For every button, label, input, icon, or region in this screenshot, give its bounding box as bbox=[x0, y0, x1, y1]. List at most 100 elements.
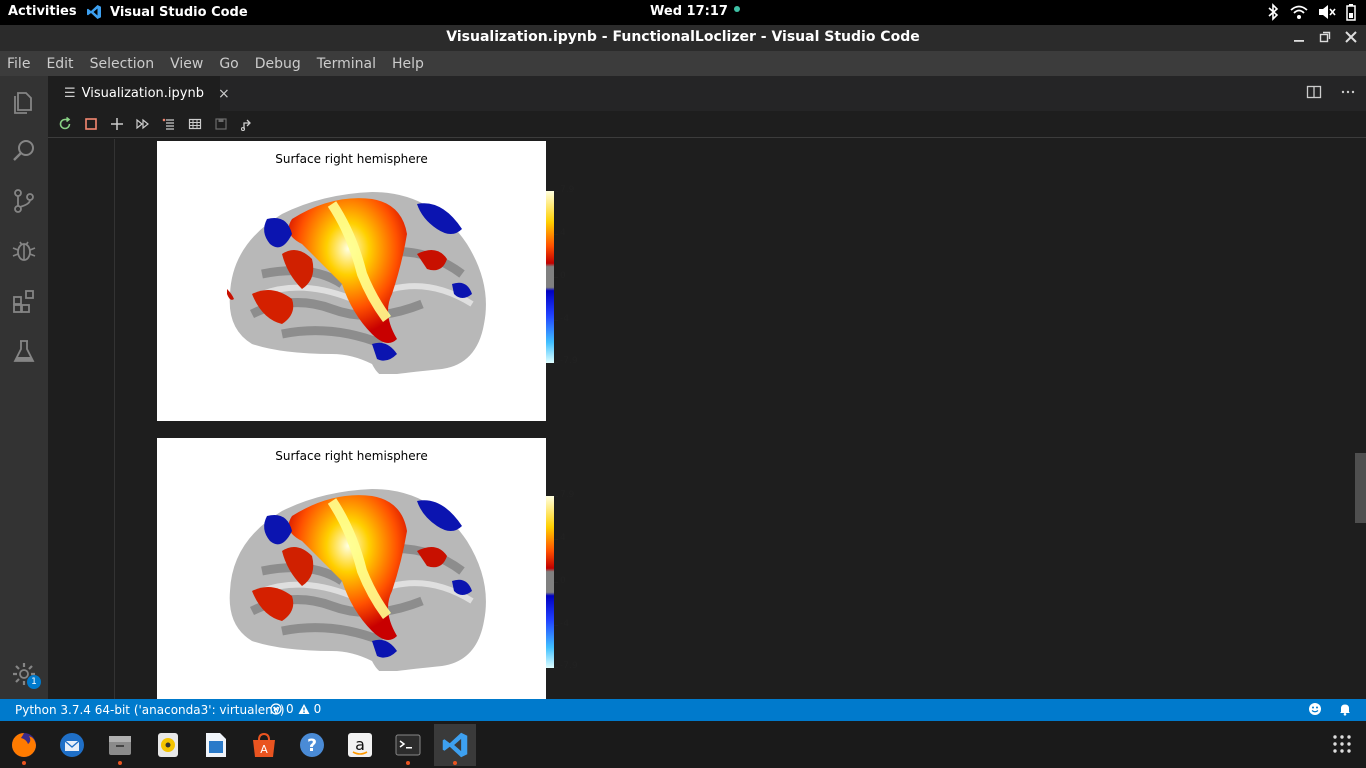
dock-thunderbird[interactable] bbox=[51, 724, 93, 766]
software-center-icon: A bbox=[253, 732, 275, 757]
dock-amazon[interactable]: a bbox=[339, 724, 381, 766]
tab-visualization-ipynb[interactable]: ☰ Visualization.ipynb × bbox=[48, 76, 230, 111]
plot-title: Surface right hemisphere bbox=[275, 449, 428, 463]
restart-kernel-icon[interactable] bbox=[58, 117, 72, 131]
brain-surface-image bbox=[227, 192, 486, 374]
save-icon[interactable] bbox=[214, 117, 228, 131]
dock-firefox[interactable] bbox=[3, 724, 45, 766]
notification-dot bbox=[733, 5, 740, 12]
amazon-icon: a bbox=[348, 733, 372, 757]
search-icon[interactable] bbox=[11, 138, 37, 164]
notebook-toolbar bbox=[48, 111, 1366, 138]
status-bar-right bbox=[1308, 702, 1352, 716]
debug-icon[interactable] bbox=[11, 238, 37, 264]
dock-files[interactable] bbox=[99, 724, 141, 766]
show-applications-icon[interactable] bbox=[1332, 734, 1352, 754]
dock-libreoffice-writer[interactable] bbox=[195, 724, 237, 766]
more-actions-icon[interactable] bbox=[1340, 84, 1356, 100]
menu-debug[interactable]: Debug bbox=[247, 56, 309, 72]
problems-indicator[interactable]: 0 0 bbox=[270, 702, 321, 716]
svg-text:a: a bbox=[355, 735, 365, 754]
menu-selection[interactable]: Selection bbox=[82, 56, 163, 72]
system-top-bar: Activities Visual Studio Code Wed 17:17 bbox=[0, 0, 1366, 25]
battery-icon[interactable] bbox=[1346, 3, 1356, 21]
add-cell-icon[interactable] bbox=[110, 117, 124, 131]
files-icon bbox=[109, 736, 131, 755]
vscode-icon bbox=[442, 732, 468, 758]
warning-icon bbox=[298, 704, 310, 714]
colorbar-tick: 0 bbox=[560, 271, 566, 281]
vscode-icon bbox=[87, 5, 101, 19]
activity-bar: 1 bbox=[0, 76, 48, 699]
colorbar-gradient bbox=[546, 496, 554, 668]
dock: A ? a bbox=[0, 721, 1366, 768]
bluetooth-icon[interactable] bbox=[1266, 3, 1280, 21]
window-title-bar[interactable]: Visualization.ipynb - FunctionalLoclizer… bbox=[0, 25, 1366, 51]
dock-terminal[interactable] bbox=[387, 724, 429, 766]
menu-go[interactable]: Go bbox=[211, 56, 246, 72]
error-icon bbox=[270, 703, 282, 715]
source-control-icon[interactable] bbox=[11, 188, 37, 214]
clock-text: Wed 17:17 bbox=[650, 4, 728, 19]
thunderbird-icon bbox=[60, 733, 84, 757]
close-icon[interactable] bbox=[1344, 29, 1358, 45]
dock-help[interactable]: ? bbox=[291, 724, 333, 766]
dock-vscode[interactable] bbox=[434, 724, 476, 766]
colorbar: 7.9 4 0 -4 -7.9 bbox=[546, 490, 586, 676]
colorbar-tick: -7.9 bbox=[560, 356, 578, 366]
colorbar-tick: 4 bbox=[560, 533, 566, 543]
app-menu[interactable]: Visual Studio Code bbox=[86, 4, 248, 20]
colorbar-tick: -4 bbox=[560, 314, 569, 324]
run-all-icon[interactable] bbox=[136, 117, 150, 131]
colorbar-tick: 7.9 bbox=[560, 490, 575, 500]
colorbar-tick: 4 bbox=[560, 228, 566, 238]
plot-title: Surface right hemisphere bbox=[275, 152, 428, 166]
explorer-icon[interactable] bbox=[11, 88, 37, 114]
colorbar-gradient bbox=[546, 191, 554, 363]
svg-text:A: A bbox=[260, 743, 268, 756]
clear-outputs-icon[interactable] bbox=[162, 117, 176, 131]
volume-muted-icon[interactable] bbox=[1318, 4, 1336, 20]
svg-text:?: ? bbox=[307, 736, 317, 756]
app-name: Visual Studio Code bbox=[110, 4, 248, 20]
export-icon[interactable] bbox=[240, 117, 254, 131]
file-icon: ☰ bbox=[64, 86, 76, 101]
split-editor-icon[interactable] bbox=[1306, 84, 1322, 100]
window-title: Visualization.ipynb - FunctionalLoclizer… bbox=[446, 29, 920, 45]
menu-file[interactable]: File bbox=[0, 56, 38, 72]
test-icon[interactable] bbox=[11, 338, 37, 364]
help-icon: ? bbox=[300, 733, 324, 757]
python-interpreter[interactable]: Python 3.7.4 64-bit ('anaconda3': virtua… bbox=[15, 703, 285, 717]
dock-rhythmbox[interactable] bbox=[147, 724, 189, 766]
rhythmbox-icon bbox=[158, 733, 178, 757]
restore-icon[interactable] bbox=[1318, 29, 1332, 45]
menu-help[interactable]: Help bbox=[384, 56, 432, 72]
warning-count: 0 bbox=[313, 702, 322, 716]
editor-actions bbox=[1306, 84, 1356, 100]
notifications-bell-icon[interactable] bbox=[1338, 702, 1352, 716]
menu-terminal[interactable]: Terminal bbox=[309, 56, 384, 72]
colorbar-tick: 7.9 bbox=[560, 185, 575, 195]
system-tray[interactable] bbox=[1266, 3, 1356, 21]
minimize-icon[interactable] bbox=[1292, 29, 1306, 45]
colorbar: 7.9 4 0 -4 -7.9 bbox=[546, 185, 586, 371]
dock-software-center[interactable]: A bbox=[243, 724, 285, 766]
tab-close-icon[interactable]: × bbox=[218, 86, 230, 102]
status-bar: Python 3.7.4 64-bit ('anaconda3': virtua… bbox=[0, 699, 1366, 721]
feedback-smiley-icon[interactable] bbox=[1308, 702, 1322, 716]
colorbar-tick: -4 bbox=[560, 619, 569, 629]
variables-icon[interactable] bbox=[188, 117, 202, 131]
extensions-icon[interactable] bbox=[11, 288, 37, 314]
vertical-scrollbar-thumb[interactable] bbox=[1355, 453, 1366, 523]
menu-bar: File Edit Selection View Go Debug Termin… bbox=[0, 51, 1366, 76]
colorbar-tick: 0 bbox=[560, 576, 566, 586]
interrupt-kernel-icon[interactable] bbox=[84, 117, 98, 131]
menu-edit[interactable]: Edit bbox=[38, 56, 81, 72]
wifi-icon[interactable] bbox=[1290, 4, 1308, 20]
libreoffice-writer-icon bbox=[206, 733, 226, 757]
activities-button[interactable]: Activities bbox=[8, 4, 77, 19]
editor-tab-bar: ☰ Visualization.ipynb × bbox=[48, 76, 1366, 111]
notebook-editor[interactable]: Surface right hemisphere 7.9 4 0 -4 -7.9… bbox=[48, 139, 1366, 699]
menu-view[interactable]: View bbox=[162, 56, 211, 72]
clock[interactable]: Wed 17:17 bbox=[650, 4, 740, 19]
